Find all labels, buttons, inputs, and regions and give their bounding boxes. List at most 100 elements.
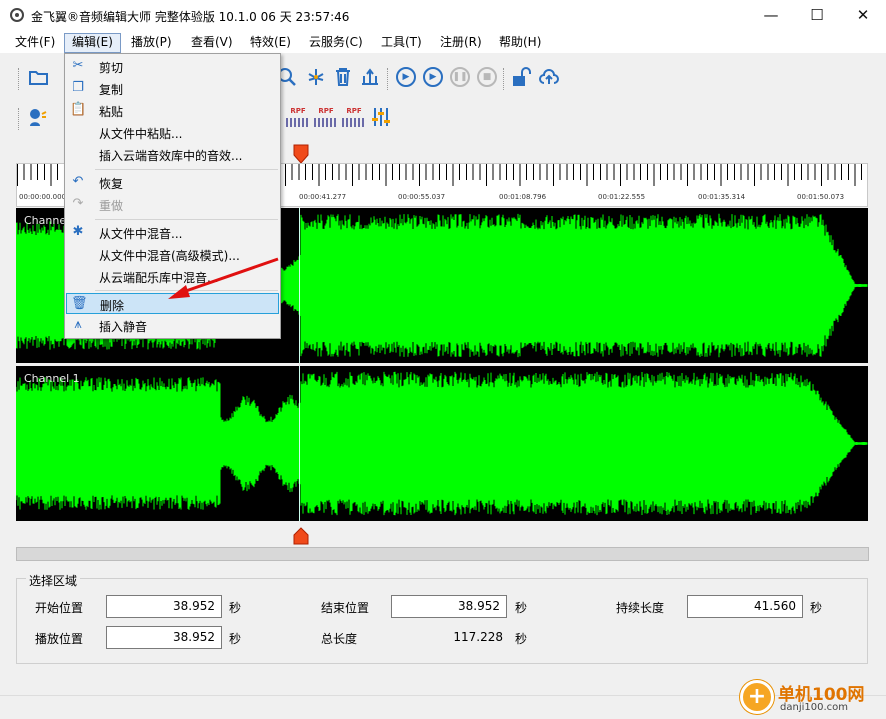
- silence-icon: ⩚: [74, 317, 82, 332]
- end-position-field[interactable]: 38.952: [391, 595, 507, 618]
- annotation-arrow: [168, 257, 279, 299]
- ruler-label: 00:00:00.000: [19, 193, 67, 201]
- close-button[interactable]: ✕: [840, 0, 886, 31]
- menu-cloud[interactable]: 云服务(C): [302, 33, 370, 53]
- equalizer-icon[interactable]: [370, 106, 392, 128]
- total-unit: 秒: [515, 632, 528, 646]
- mix-icon: ✱: [72, 224, 84, 239]
- unlock-icon[interactable]: [510, 66, 532, 88]
- play-unit: 秒: [229, 632, 242, 646]
- duration-label: 持续长度: [616, 601, 665, 615]
- menu-item-label: 剪切: [99, 61, 124, 75]
- ruler-label: 00:01:50.073: [797, 193, 845, 201]
- channel-label: Channel 1: [24, 372, 80, 385]
- maximize-button[interactable]: ☐: [794, 0, 840, 31]
- menu-item-label: 重做: [99, 199, 124, 213]
- open-folder-icon[interactable]: [28, 66, 50, 88]
- total-length-value: 117.228: [453, 630, 503, 644]
- scissors-icon: ✂: [72, 58, 84, 73]
- pause-icon[interactable]: ❚❚: [450, 67, 470, 87]
- ruler-label: 00:00:55.037: [398, 193, 446, 201]
- rpf-filter-icon[interactable]: RPF: [342, 107, 366, 127]
- watermark-logo: 单机100网 danji100.com: [740, 678, 886, 719]
- menu-separator: [95, 219, 278, 220]
- end-unit: 秒: [515, 601, 528, 615]
- play-position-label: 播放位置: [35, 632, 84, 646]
- trash-icon: 🗑: [71, 296, 88, 311]
- menu-effects[interactable]: 特效(E): [243, 33, 298, 53]
- ruler-label: 00:01:35.314: [698, 193, 746, 201]
- selection-end-marker[interactable]: [293, 527, 309, 545]
- horizontal-scrollbar[interactable]: [16, 547, 869, 561]
- play-icon[interactable]: ▶: [396, 67, 416, 87]
- toolbar-grip: [503, 68, 506, 90]
- menu-item-label: 恢复: [99, 177, 124, 191]
- play-selection-icon[interactable]: ▶: [423, 67, 443, 87]
- rpf-label: RPF: [290, 107, 306, 115]
- minimize-button[interactable]: —: [748, 0, 794, 31]
- start-unit: 秒: [229, 601, 242, 615]
- paste-icon: 📋: [70, 102, 87, 117]
- toolbar-grip: [387, 68, 390, 90]
- menu-item-insert-silence[interactable]: ⩚ 插入静音: [66, 315, 279, 336]
- menu-register[interactable]: 注册(R): [433, 33, 489, 53]
- menu-item-label: 从文件中混音...: [99, 227, 183, 241]
- menu-file[interactable]: 文件(F): [8, 33, 62, 53]
- menu-tools[interactable]: 工具(T): [374, 33, 429, 53]
- rpf-filter-icon[interactable]: RPF: [314, 107, 338, 127]
- menu-item-label: 插入云端音效库中的音效...: [99, 149, 243, 163]
- window-title: 金飞翼®音频编辑大师 完整体验版 10.1.0 06 天 23:57:46: [31, 10, 350, 24]
- toolbar-grip[interactable]: [18, 68, 21, 90]
- play-cursor: [299, 208, 300, 363]
- insert-silence-icon[interactable]: [359, 66, 381, 88]
- menu-item-paste-from-file[interactable]: 从文件中粘贴...: [66, 122, 279, 143]
- voice-icon[interactable]: [26, 106, 48, 128]
- toolbar-grip: [18, 108, 21, 130]
- stop-icon[interactable]: ■: [477, 67, 497, 87]
- play-cursor: [299, 366, 300, 521]
- trash-icon[interactable]: [332, 66, 354, 88]
- waveform-channel-1[interactable]: Channel 1: [16, 366, 868, 521]
- total-length-label: 总长度: [321, 632, 358, 646]
- menu-separator: [95, 169, 278, 170]
- rpf-filter-icon[interactable]: RPF: [286, 107, 310, 127]
- menu-item-label: 删除: [100, 299, 125, 313]
- menu-view[interactable]: 查看(V): [184, 33, 240, 53]
- duration-field[interactable]: 41.560: [687, 595, 803, 618]
- undo-icon: ↶: [72, 174, 84, 189]
- menu-bar: 文件(F) 编辑(E) 播放(P) 查看(V) 特效(E) 云服务(C) 工具(…: [0, 31, 886, 53]
- menu-item-paste[interactable]: 📋 粘贴: [66, 100, 279, 121]
- menu-item-insert-cloud-effect[interactable]: 插入云端音效库中的音效...: [66, 144, 279, 165]
- waveform-graphic: [16, 371, 868, 516]
- menu-item-cut[interactable]: ✂ 剪切: [66, 56, 279, 77]
- start-label: 开始位置: [35, 601, 84, 615]
- ruler-label: 00:00:41.277: [299, 193, 347, 201]
- copy-icon: ❐: [72, 80, 84, 95]
- start-position-field[interactable]: 38.952: [106, 595, 222, 618]
- mix-icon[interactable]: [305, 66, 327, 88]
- selection-title: 选择区域: [26, 572, 81, 589]
- ruler-label: 00:01:22.555: [598, 193, 646, 201]
- watermark-icon: [740, 680, 774, 714]
- title-bar: 金飞翼®音频编辑大师 完整体验版 10.1.0 06 天 23:57:46 — …: [0, 0, 886, 31]
- menu-item-mix-from-file[interactable]: ✱ 从文件中混音...: [66, 222, 279, 243]
- selection-group: [16, 578, 868, 664]
- play-position-field[interactable]: 38.952: [106, 626, 222, 649]
- menu-help[interactable]: 帮助(H): [492, 33, 548, 53]
- app-logo-icon: [10, 8, 24, 22]
- selection-start-marker[interactable]: [293, 144, 309, 164]
- redo-icon: ↷: [72, 196, 84, 211]
- rpf-label: RPF: [318, 107, 334, 115]
- menu-item-copy[interactable]: ❐ 复制: [66, 78, 279, 99]
- menu-item-undo[interactable]: ↶ 恢复: [66, 172, 279, 193]
- menu-item-label: 复制: [99, 83, 124, 97]
- watermark-url: danji100.com: [780, 702, 848, 713]
- menu-item-label: 从文件中粘贴...: [99, 127, 183, 141]
- menu-edit[interactable]: 编辑(E): [64, 33, 121, 53]
- end-label: 结束位置: [321, 601, 370, 615]
- menu-item-label: 粘贴: [99, 105, 124, 119]
- cloud-upload-icon[interactable]: [538, 66, 560, 88]
- ruler-label: 00:01:08.796: [499, 193, 547, 201]
- duration-unit: 秒: [810, 601, 823, 615]
- menu-play[interactable]: 播放(P): [124, 33, 179, 53]
